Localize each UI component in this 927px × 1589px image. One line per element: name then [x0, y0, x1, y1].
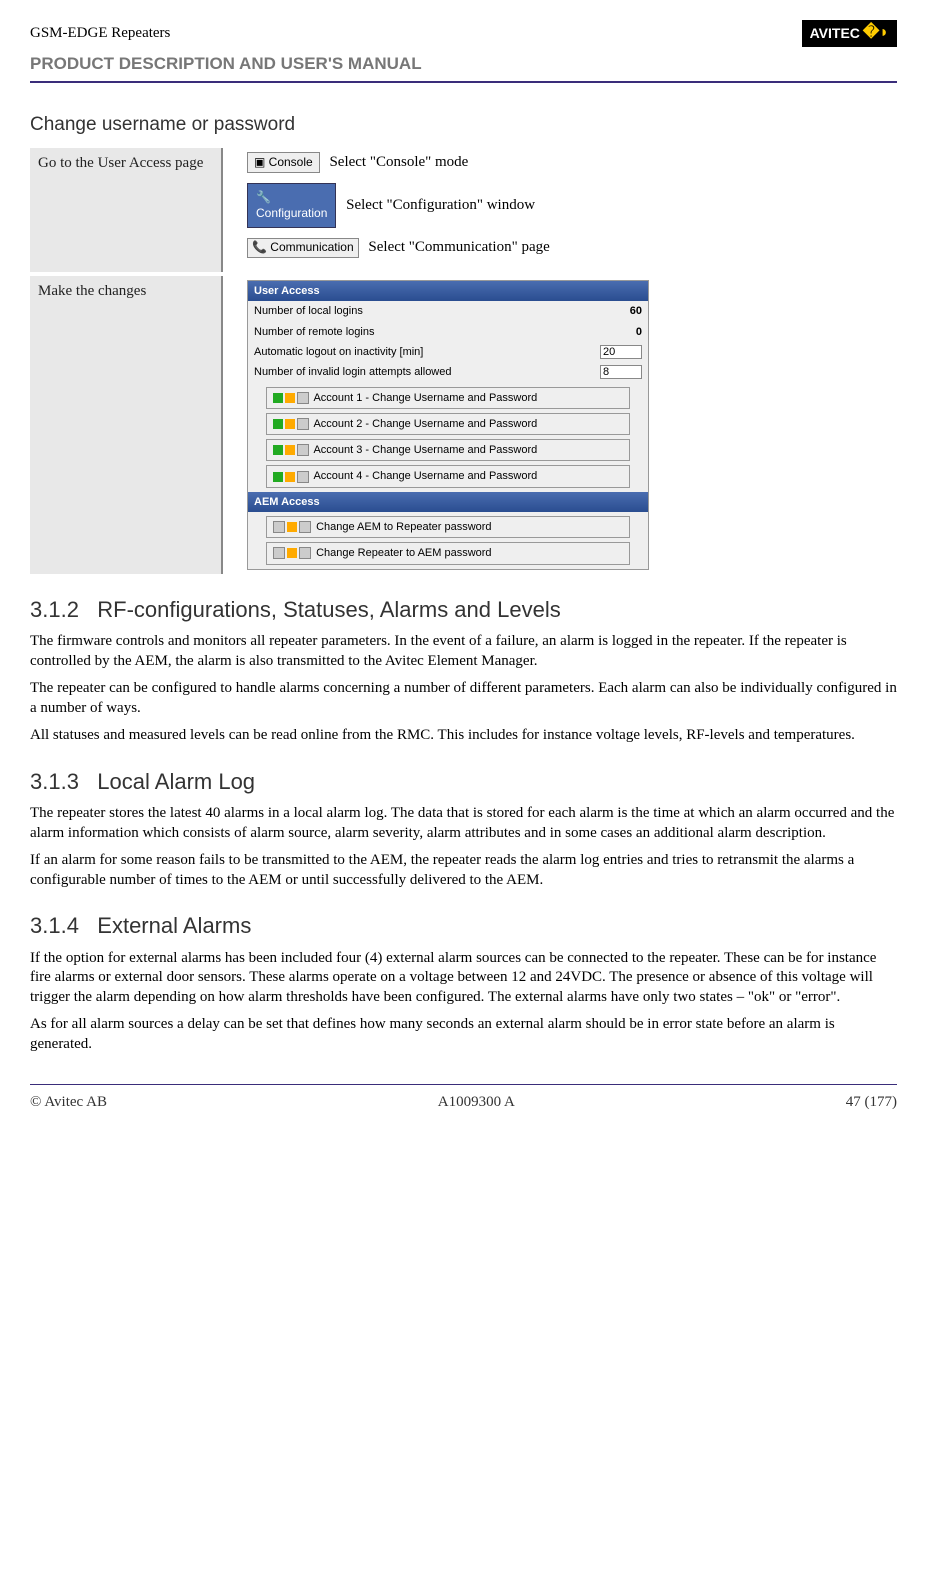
body-text: The repeater can be configured to handle… — [30, 679, 897, 718]
communication-button[interactable]: 📞 Communication — [247, 238, 359, 258]
user-access-panel: User Access Number of local logins60 Num… — [247, 280, 649, 570]
console-button[interactable]: ▣ Console — [247, 152, 320, 174]
step-label: Go to the User Access page — [30, 148, 221, 273]
person-icon — [273, 393, 283, 403]
key-icon — [297, 471, 309, 483]
aem-to-repeater-button[interactable]: Change AEM to Repeater password — [266, 516, 630, 538]
account-2-button[interactable]: Account 2 - Change Username and Password — [266, 413, 630, 435]
account-3-button[interactable]: Account 3 - Change Username and Password — [266, 439, 630, 461]
section-314-heading: 3.1.4 External Alarms — [30, 912, 897, 941]
section-313-heading: 3.1.3 Local Alarm Log — [30, 768, 897, 797]
aem-icon — [273, 521, 285, 533]
step-label: Make the changes — [30, 276, 221, 574]
header-subtitle: PRODUCT DESCRIPTION AND USER'S MANUAL — [30, 53, 897, 75]
body-text: The firmware controls and monitors all r… — [30, 632, 897, 671]
remote-logins-value: 0 — [636, 325, 642, 339]
section-change-credentials: Change username or password — [30, 113, 897, 138]
page-header: GSM-EDGE Repeaters AVITEC�◗ — [30, 20, 897, 47]
key-icon — [299, 521, 311, 533]
body-text: If the option for external alarms has be… — [30, 949, 897, 1008]
body-text: As for all alarm sources a delay can be … — [30, 1015, 897, 1054]
configuration-instruction: Select "Configuration" window — [346, 197, 535, 213]
step-content: ▣ Console Select "Console" mode 🔧Configu… — [223, 148, 897, 273]
panel-header-user-access: User Access — [248, 281, 648, 301]
footer-docid: A1009300 A — [438, 1093, 515, 1113]
communication-instruction: Select "Communication" page — [368, 240, 549, 256]
body-text: All statuses and measured levels can be … — [30, 726, 897, 746]
key-icon — [273, 547, 285, 559]
repeater-to-aem-button[interactable]: Change Repeater to AEM password — [266, 542, 630, 564]
arrow-icon — [285, 393, 295, 403]
panel-header-aem-access: AEM Access — [248, 492, 648, 512]
auto-logout-input[interactable] — [600, 345, 642, 359]
local-logins-value: 60 — [630, 304, 642, 318]
arrow-icon — [287, 548, 297, 558]
local-logins-row: Number of local logins60 — [248, 301, 648, 321]
person-icon — [273, 445, 283, 455]
arrow-icon — [285, 445, 295, 455]
step-row-1: Go to the User Access page ▣ Console Sel… — [30, 148, 897, 273]
arrow-icon — [285, 472, 295, 482]
person-icon — [273, 472, 283, 482]
account-4-button[interactable]: Account 4 - Change Username and Password — [266, 465, 630, 487]
logo-icon: �◗ — [863, 23, 889, 44]
key-icon — [297, 418, 309, 430]
arrow-icon — [287, 522, 297, 532]
footer-copyright: © Avitec AB — [30, 1093, 107, 1113]
page-footer: © Avitec AB A1009300 A 47 (177) — [30, 1084, 897, 1113]
aem-icon — [299, 547, 311, 559]
logo: AVITEC�◗ — [802, 20, 897, 47]
account-1-button[interactable]: Account 1 - Change Username and Password — [266, 387, 630, 409]
section-312-heading: 3.1.2 RF-configurations, Statuses, Alarm… — [30, 596, 897, 625]
footer-pagenum: 47 (177) — [846, 1093, 897, 1113]
configuration-button[interactable]: 🔧Configuration — [247, 183, 336, 228]
console-instruction: Select "Console" mode — [329, 154, 468, 170]
key-icon — [297, 444, 309, 456]
header-divider — [30, 81, 897, 83]
person-icon — [273, 419, 283, 429]
body-text: The repeater stores the latest 40 alarms… — [30, 804, 897, 843]
key-icon — [297, 392, 309, 404]
remote-logins-row: Number of remote logins0 — [248, 322, 648, 342]
step-row-2: Make the changes User Access Number of l… — [30, 276, 897, 574]
auto-logout-row: Automatic logout on inactivity [min] — [248, 342, 648, 362]
invalid-attempts-input[interactable] — [600, 365, 642, 379]
body-text: If an alarm for some reason fails to be … — [30, 851, 897, 890]
invalid-attempts-row: Number of invalid login attempts allowed — [248, 362, 648, 382]
arrow-icon — [285, 419, 295, 429]
step-content: User Access Number of local logins60 Num… — [223, 276, 897, 574]
product-name: GSM-EDGE Repeaters — [30, 24, 170, 44]
